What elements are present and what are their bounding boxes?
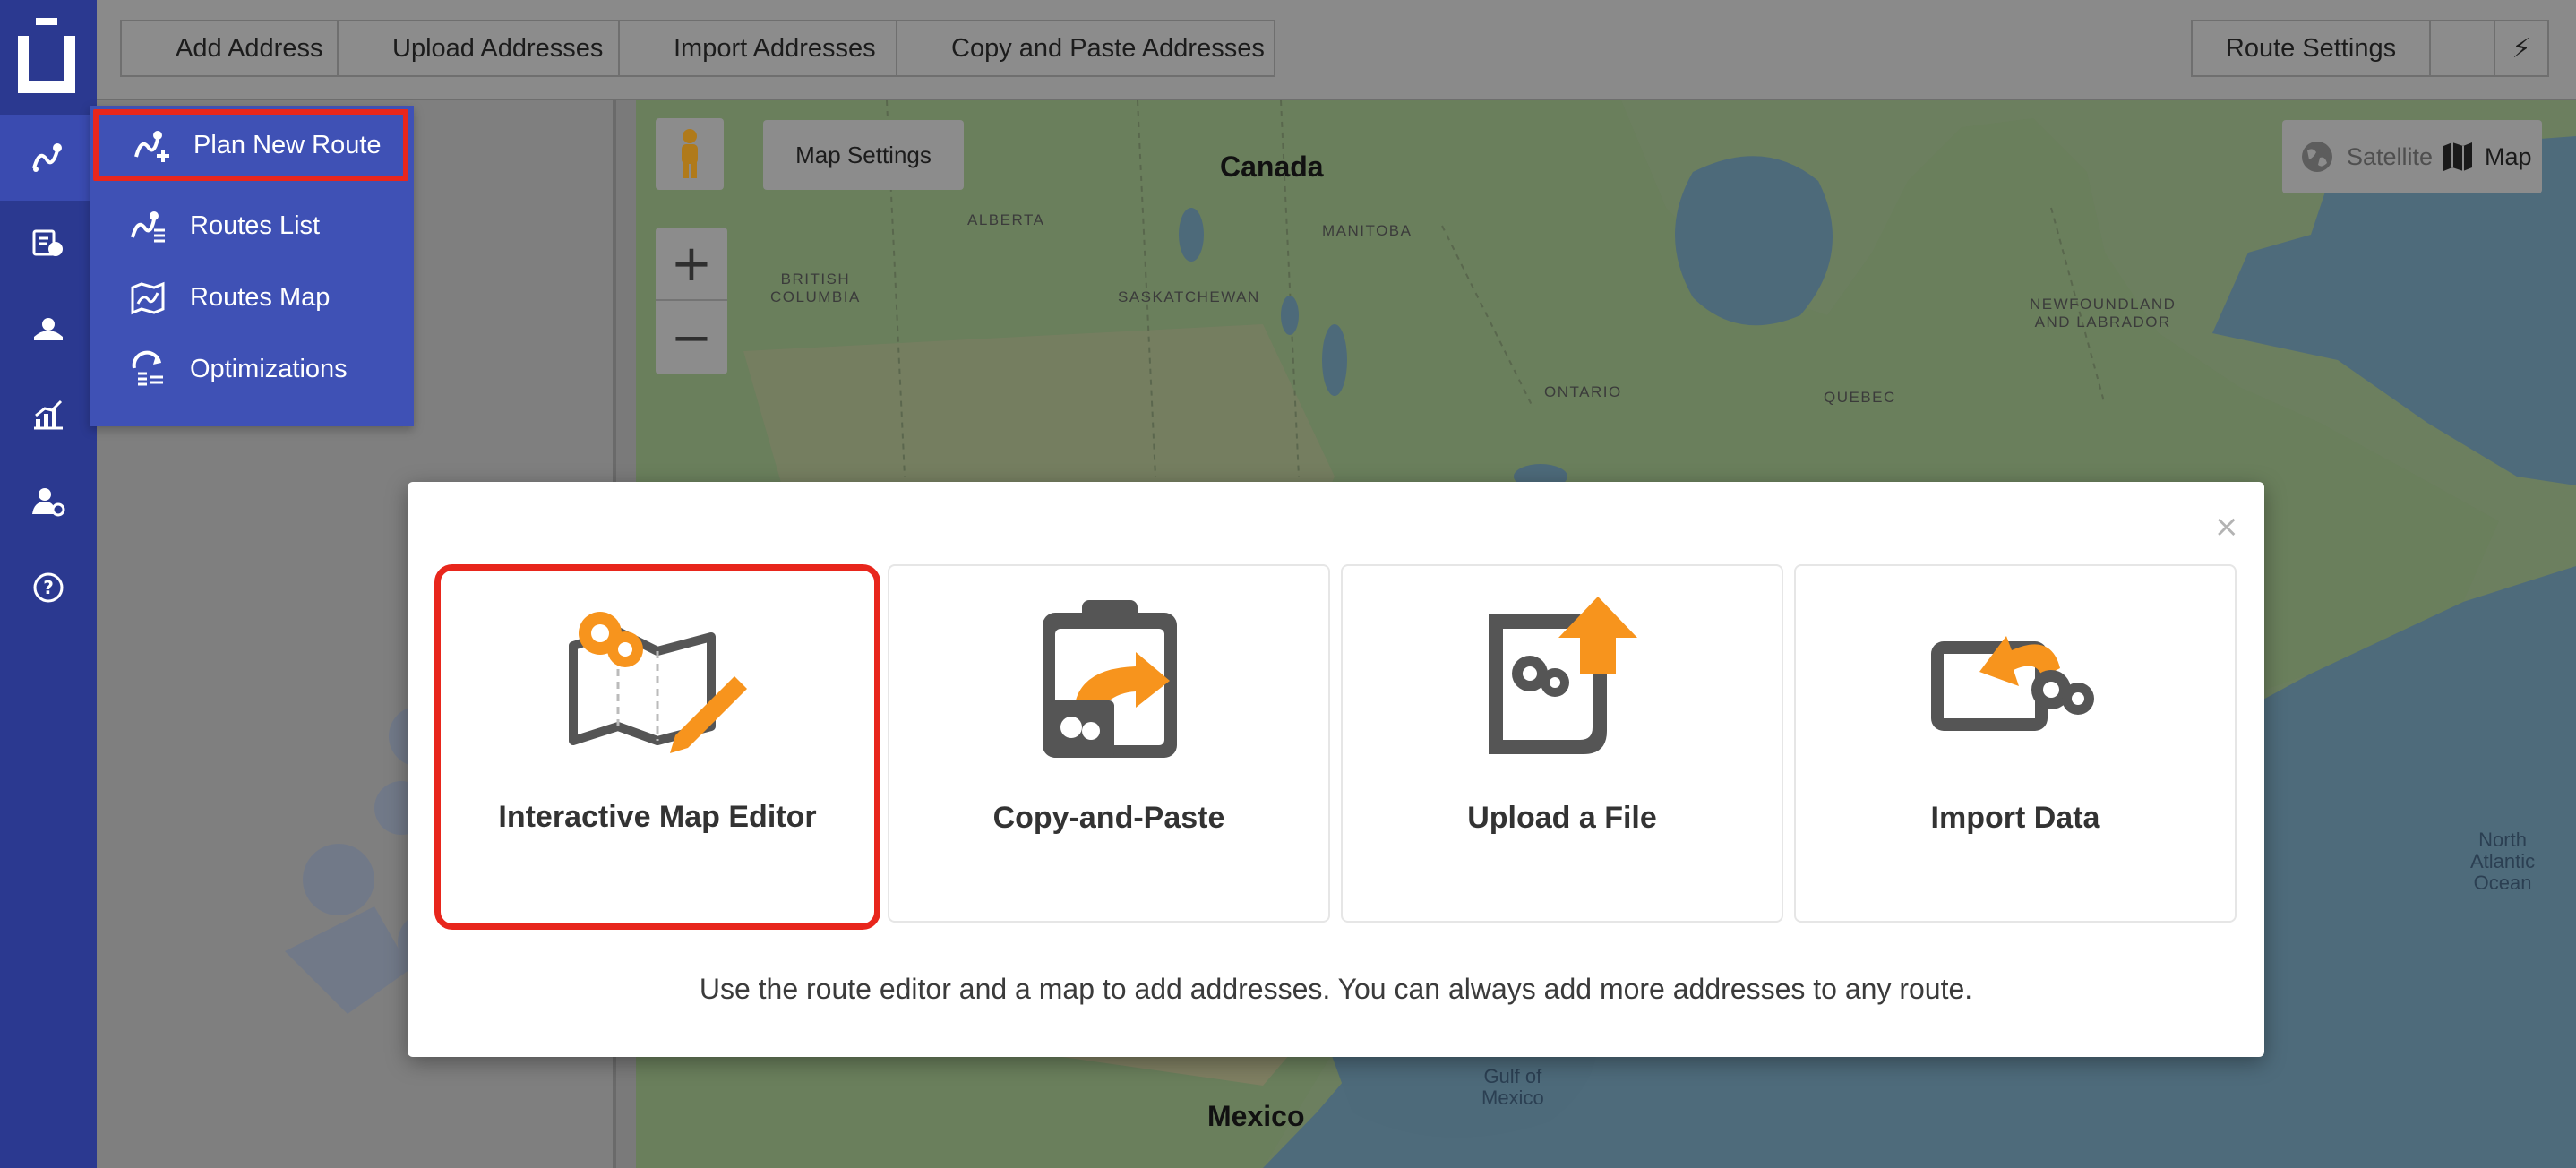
- clipboard-paste-icon: [1043, 600, 1177, 758]
- import-addresses-button[interactable]: Import Addresses: [620, 21, 897, 75]
- menu-item-label: Routes List: [190, 210, 321, 240]
- orders-icon: [32, 229, 63, 256]
- routes-icon: [32, 143, 62, 172]
- import-data-icon: [1931, 636, 2094, 731]
- analytics-icon: [34, 399, 63, 430]
- zoom-out-button[interactable]: −: [656, 301, 727, 374]
- left-nav-rail: ?: [0, 0, 97, 1168]
- rail-help-button[interactable]: ?: [0, 545, 97, 631]
- menu-item-label: Optimizations: [190, 354, 348, 383]
- routes-list-icon: [131, 211, 165, 243]
- map-type-label: Map: [2485, 142, 2532, 170]
- map-toggle[interactable]: Map: [2442, 141, 2532, 173]
- rail-routes-button[interactable]: [0, 115, 97, 201]
- map-label-quebec: QUEBEC: [1824, 389, 1896, 406]
- card-label: Interactive Map Editor: [498, 800, 817, 834]
- map-settings-button[interactable]: Map Settings: [763, 120, 964, 190]
- menu-item-label: Routes Map: [190, 282, 331, 312]
- folded-map-icon: [2443, 142, 2472, 171]
- team-settings-icon: [32, 488, 65, 517]
- close-icon[interactable]: ×: [2214, 509, 2240, 545]
- rail-team-button[interactable]: [0, 459, 97, 545]
- rail-analytics-button[interactable]: [0, 373, 97, 459]
- plan-route-method-modal: × Interactive Map Editor Copy-and-Paste: [408, 482, 2264, 1057]
- route-settings-button[interactable]: Route Settings: [2193, 21, 2431, 75]
- map-label-ontario: ONTARIO: [1544, 383, 1622, 400]
- app-logo-icon[interactable]: [16, 16, 77, 95]
- card-interactive-map-editor[interactable]: Interactive Map Editor: [434, 564, 880, 930]
- address-actions-group: Add Address Upload Addresses Import Addr…: [120, 20, 1275, 77]
- upload-addresses-button[interactable]: Upload Addresses: [339, 21, 620, 75]
- menu-item-plan-new-route[interactable]: Plan New Route: [93, 109, 408, 181]
- map-label-saskatchewan: SASKATCHEWAN: [1118, 288, 1260, 305]
- add-address-button[interactable]: Add Address: [122, 21, 339, 75]
- card-label: Import Data: [1930, 801, 2100, 835]
- card-copy-and-paste[interactable]: Copy-and-Paste: [888, 564, 1330, 923]
- street-view-pegman-icon[interactable]: [656, 118, 724, 190]
- map-label-gulf-of-mexico: Gulf of Mexico: [1481, 1065, 1544, 1109]
- drivers-icon: [34, 318, 63, 340]
- rail-orders-button[interactable]: [0, 201, 97, 287]
- menu-item-optimizations[interactable]: Optimizations: [90, 333, 414, 405]
- toolbar-spacer-button[interactable]: [2431, 21, 2495, 75]
- map-label-mexico: Mexico: [1207, 1100, 1305, 1132]
- svg-text:?: ?: [43, 577, 54, 598]
- help-icon: ?: [33, 572, 64, 603]
- upload-file-icon: [1489, 597, 1637, 754]
- map-label-alberta: ALBERTA: [967, 211, 1045, 228]
- menu-item-routes-list[interactable]: Routes List: [90, 190, 414, 262]
- top-toolbar: Add Address Upload Addresses Import Addr…: [97, 0, 2576, 100]
- map-label-north-atlantic: North Atlantic Ocean: [2470, 829, 2536, 894]
- zoom-in-button[interactable]: +: [656, 228, 727, 301]
- copy-paste-addresses-button[interactable]: Copy and Paste Addresses: [897, 21, 1274, 75]
- globe-icon: [2302, 142, 2332, 172]
- map-label-manitoba: MANITOBA: [1322, 222, 1413, 239]
- satellite-toggle[interactable]: Satellite: [2282, 140, 2442, 174]
- card-upload-a-file[interactable]: Upload a File: [1341, 564, 1783, 923]
- menu-item-label: Plan New Route: [193, 130, 382, 159]
- routes-map-icon: [131, 281, 165, 315]
- routes-dropdown-menu: Plan New Route Routes List Routes Map Op…: [90, 106, 414, 426]
- card-label: Upload a File: [1467, 801, 1657, 835]
- zoom-control: + −: [656, 228, 727, 374]
- map-type-toggle: Satellite Map: [2282, 120, 2542, 193]
- map-label-british-columbia: BRITISH COLUMBIA: [770, 271, 861, 305]
- route-settings-group: Route Settings ⚡: [2191, 20, 2549, 77]
- card-import-data[interactable]: Import Data: [1794, 564, 2237, 923]
- satellite-label: Satellite: [2347, 142, 2434, 170]
- plan-route-icon: [134, 131, 169, 162]
- bolt-icon[interactable]: ⚡: [2495, 21, 2547, 75]
- optimizations-icon: [132, 350, 163, 386]
- card-label: Copy-and-Paste: [992, 801, 1225, 835]
- map-editor-icon: [569, 612, 747, 753]
- modal-description: Use the route editor and a map to add ad…: [699, 973, 1973, 1005]
- menu-item-routes-map[interactable]: Routes Map: [90, 262, 414, 333]
- map-label-newfoundland: NEWFOUNDLAND AND LABRADOR: [2030, 296, 2177, 331]
- map-label-canada: Canada: [1220, 150, 1324, 183]
- rail-drivers-button[interactable]: [0, 287, 97, 373]
